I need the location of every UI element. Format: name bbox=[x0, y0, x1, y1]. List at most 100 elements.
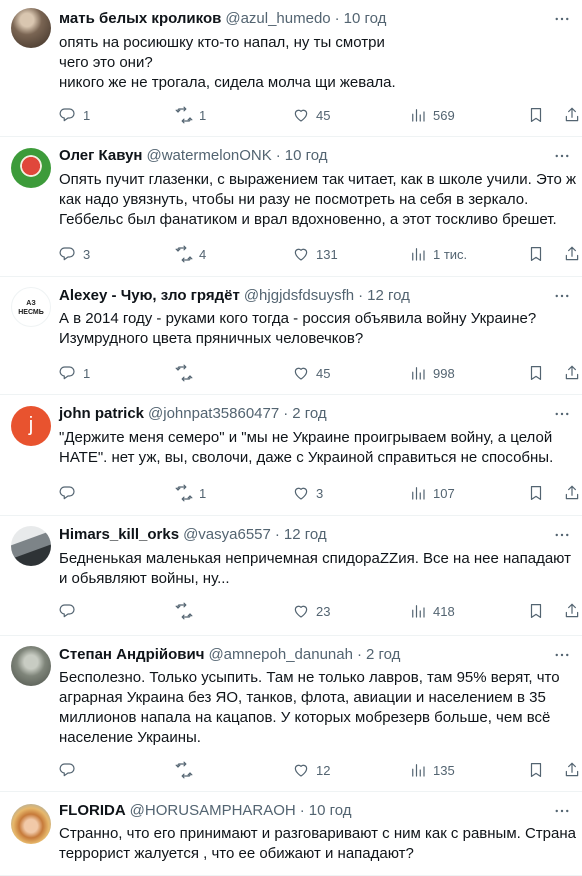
author-name[interactable]: Alexey - Чую, зло грядёт bbox=[59, 286, 240, 306]
author-handle[interactable]: @HORUSAMPHARAOH bbox=[130, 801, 296, 821]
more-button[interactable] bbox=[552, 404, 572, 424]
tweet-header: Himars_kill_orks @vasya6557 · 12 год bbox=[59, 525, 576, 545]
author-handle[interactable]: @watermelonONK bbox=[147, 146, 272, 166]
views-button[interactable]: 998 bbox=[409, 363, 455, 383]
like-button[interactable]: 12 bbox=[292, 760, 330, 780]
views-button[interactable]: 569 bbox=[409, 105, 455, 125]
avatar[interactable] bbox=[11, 526, 51, 566]
author-name[interactable]: FLORIDA bbox=[59, 801, 126, 821]
share-button[interactable] bbox=[563, 760, 581, 780]
reply-button[interactable]: 3 bbox=[59, 244, 90, 264]
author-name[interactable]: john patrick bbox=[59, 404, 144, 424]
avatar[interactable] bbox=[11, 148, 51, 188]
timestamp[interactable]: 2 год bbox=[366, 645, 400, 665]
avatar[interactable]: j bbox=[11, 406, 51, 446]
retweet-button[interactable] bbox=[175, 601, 199, 621]
author-handle[interactable]: @hjgjdsfdsuysfh bbox=[244, 286, 354, 306]
avatar[interactable] bbox=[11, 8, 51, 48]
author-handle[interactable]: @vasya6557 bbox=[183, 525, 271, 545]
views-button[interactable]: 418 bbox=[409, 601, 455, 621]
more-button[interactable] bbox=[552, 146, 572, 166]
bookmark-icon bbox=[530, 604, 542, 618]
timestamp[interactable]: 12 год bbox=[284, 525, 327, 545]
author-handle[interactable]: @johnpat35860477 bbox=[148, 404, 279, 424]
avatar[interactable]: АЗ НЕСМЬ bbox=[11, 287, 51, 327]
more-button[interactable] bbox=[552, 9, 572, 29]
like-button[interactable]: 131 bbox=[292, 244, 338, 264]
retweet-button[interactable] bbox=[175, 760, 199, 780]
share-button[interactable] bbox=[563, 363, 581, 383]
avatar[interactable] bbox=[11, 804, 51, 844]
like-button[interactable]: 45 bbox=[292, 105, 330, 125]
tweet-header: FLORIDA @HORUSAMPHARAOH · 10 год bbox=[59, 801, 576, 821]
share-button[interactable] bbox=[563, 601, 581, 621]
author-handle[interactable]: @amnepoh_danunah bbox=[208, 645, 353, 665]
reply-button[interactable] bbox=[59, 601, 83, 621]
reply-icon bbox=[59, 108, 75, 122]
avatar-text: АЗ НЕСМЬ bbox=[18, 300, 44, 316]
reply-button[interactable]: 1 bbox=[59, 105, 90, 125]
author-handle[interactable]: @azul_humedo bbox=[225, 9, 330, 29]
bookmark-button[interactable] bbox=[527, 601, 545, 621]
retweet-button[interactable]: 1 bbox=[175, 105, 206, 125]
reply-icon bbox=[59, 486, 75, 500]
avatar[interactable] bbox=[11, 646, 51, 686]
share-icon bbox=[565, 365, 579, 380]
like-button[interactable]: 45 bbox=[292, 363, 330, 383]
like-icon bbox=[294, 109, 308, 122]
timestamp[interactable]: 12 год bbox=[367, 286, 410, 306]
bookmark-button[interactable] bbox=[527, 760, 545, 780]
author-name[interactable]: Himars_kill_orks bbox=[59, 525, 179, 545]
like-button[interactable]: 23 bbox=[292, 601, 330, 621]
retweet-button[interactable]: 4 bbox=[175, 244, 206, 264]
reply-tweet[interactable]: j john patrick @johnpat35860477 · 2 год "Держ… bbox=[0, 395, 582, 516]
more-button[interactable] bbox=[552, 525, 572, 545]
timestamp[interactable]: 10 год bbox=[309, 801, 352, 821]
views-button[interactable]: 135 bbox=[409, 760, 455, 780]
more-icon bbox=[555, 294, 569, 298]
reply-tweet[interactable]: мать белых кроликов @azul_humedo · 10 год оп… bbox=[0, 0, 582, 137]
reply-button[interactable] bbox=[59, 760, 83, 780]
share-button[interactable] bbox=[563, 244, 581, 264]
author-name[interactable]: Олег Кавун bbox=[59, 146, 143, 166]
reply-icon bbox=[59, 366, 75, 380]
timestamp[interactable]: 10 год bbox=[285, 146, 328, 166]
bookmark-button[interactable] bbox=[527, 244, 545, 264]
more-button[interactable] bbox=[552, 286, 572, 306]
tweet-actions: 3 4 131 1 тис. bbox=[59, 244, 579, 264]
tweet-header: john patrick @johnpat35860477 · 2 год bbox=[59, 404, 576, 424]
bookmark-icon bbox=[530, 247, 542, 261]
views-button[interactable]: 1 тис. bbox=[409, 244, 467, 264]
reply-tweet[interactable]: Олег Кавун @watermelonONK · 10 год Опять пуч… bbox=[0, 137, 582, 277]
reply-count: 3 bbox=[83, 246, 91, 262]
reply-tweet[interactable]: Степан Андрійович @amnepoh_danunah · 2 год Б… bbox=[0, 636, 582, 792]
more-icon bbox=[555, 533, 569, 537]
share-icon bbox=[565, 485, 579, 500]
author-name[interactable]: Степан Андрійович bbox=[59, 645, 204, 665]
retweet-button[interactable] bbox=[175, 363, 199, 383]
views-icon bbox=[412, 487, 425, 500]
timestamp[interactable]: 10 год bbox=[344, 9, 387, 29]
reply-button[interactable] bbox=[59, 483, 83, 503]
views-count: 1 тис. bbox=[433, 246, 468, 262]
bookmark-button[interactable] bbox=[527, 363, 545, 383]
reply-tweet[interactable]: FLORIDA @HORUSAMPHARAOH · 10 год Странно, чт… bbox=[0, 792, 582, 876]
more-button[interactable] bbox=[552, 645, 572, 665]
like-button[interactable]: 3 bbox=[292, 483, 323, 503]
bookmark-button[interactable] bbox=[527, 483, 545, 503]
reply-button[interactable]: 1 bbox=[59, 363, 90, 383]
author-name[interactable]: мать белых кроликов bbox=[59, 9, 221, 29]
retweet-button[interactable]: 1 bbox=[175, 483, 206, 503]
separator-dot: · bbox=[356, 646, 362, 663]
share-button[interactable] bbox=[563, 105, 581, 125]
share-button[interactable] bbox=[563, 483, 581, 503]
more-button[interactable] bbox=[552, 801, 572, 821]
bookmark-button[interactable] bbox=[527, 105, 545, 125]
reply-tweet[interactable]: Himars_kill_orks @vasya6557 · 12 год Беднень… bbox=[0, 516, 582, 636]
timestamp[interactable]: 2 год bbox=[292, 404, 326, 424]
views-button[interactable]: 107 bbox=[409, 483, 455, 503]
retweet-count: 1 bbox=[199, 107, 207, 123]
tweet-text: "Держите меня семеро" и "мы не Украине п… bbox=[59, 429, 557, 466]
reply-tweet[interactable]: АЗ НЕСМЬ Alexey - Чую, зло грядёт @hjgjdsf… bbox=[0, 277, 582, 395]
separator-dot: · bbox=[274, 526, 280, 543]
